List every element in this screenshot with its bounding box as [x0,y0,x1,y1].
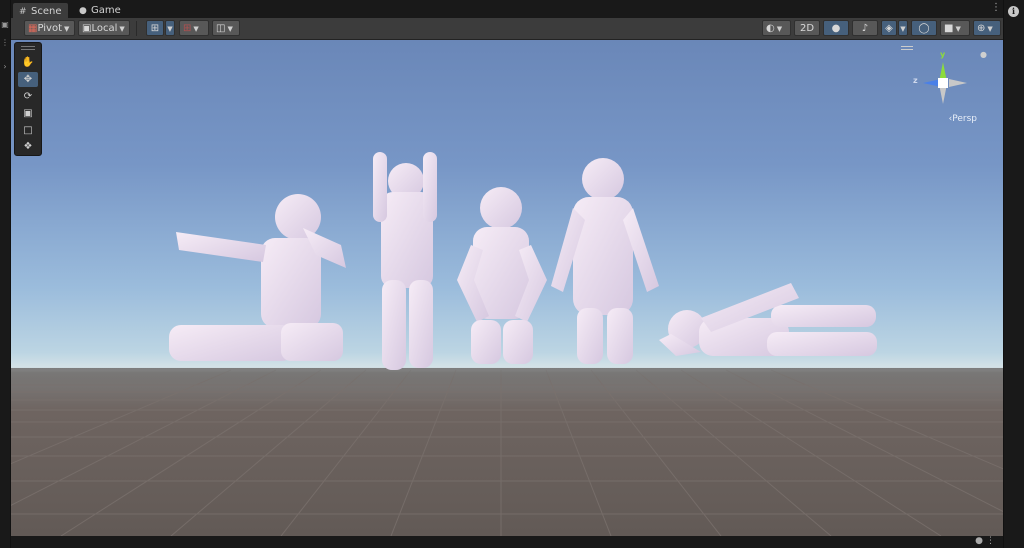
panel-icon[interactable]: ▣ [0,20,10,29]
increment-snap-icon: ⊞ [183,23,192,34]
overlay-grip[interactable] [21,46,35,50]
local-dropdown[interactable]: ▣Local ▼ [78,20,130,36]
align-icon: ◫ [216,23,226,34]
chevron-down-icon: ▼ [193,25,199,33]
chevron-down-icon: ▼ [119,25,125,33]
perspective-label[interactable]: ‹Persp [949,114,977,124]
grid-snap-icon: ⊞ [150,23,160,34]
align-dropdown[interactable]: ◫ ▼ [212,20,240,36]
move-tool-icon[interactable]: ✥ [18,72,38,87]
hand-tool-icon[interactable]: ✋ [18,55,38,70]
camera-dropdown[interactable]: ■ ▼ [940,20,970,36]
figure-arms-up [373,152,437,370]
tab-scene-label: Scene [31,6,62,17]
info-icon[interactable]: i [1008,6,1019,17]
scale-tool-icon[interactable]: ▣ [18,106,38,121]
draw-mode-dropdown[interactable]: ◐ ▼ [762,20,791,36]
chevron-down-icon: ▼ [64,25,70,33]
more-vert-icon[interactable]: ⋮ [0,38,10,47]
shading-sphere-icon: ◐ [766,23,775,34]
chevron-down-icon: ▼ [776,25,783,33]
tab-scene[interactable]: # Scene [13,3,68,19]
audio-icon: ♪ [861,23,869,34]
grid-snap-dropdown[interactable]: ▼ [165,20,175,36]
effects-toggle[interactable]: ◈ [881,20,897,36]
axis-gizmo-icon [923,62,967,104]
pivot-dropdown[interactable]: ▦Pivot ▼ [24,20,75,36]
chevron-down-icon: ▼ [955,25,961,33]
rect-tool-icon[interactable]: □ [18,123,38,138]
figure-kneeling-pointing [169,194,346,361]
more-vert-icon[interactable]: ⋮ [986,536,995,546]
local-label: Local [91,23,118,34]
gizmos-dropdown[interactable]: ⊕ ▼ [973,20,1001,36]
gamepad-icon: ● [79,6,87,16]
scene-visibility-toggle[interactable]: ◯ [911,20,937,36]
effects-dropdown[interactable]: ▼ [898,20,908,36]
scene-render [11,152,1003,536]
scene-window: ▣ ⋮ › # Scene ● Game ⋮ ▦Pivot ▼ ▣Local ▼ ⊞ ▼… [0,0,1024,548]
tab-game[interactable]: ● Game [73,3,127,18]
chevron-down-icon: ▼ [987,25,993,33]
lightbulb-icon: ● [831,23,841,34]
effects-icon: ◈ [885,23,893,34]
eye-slash-icon: ◯ [918,23,930,34]
status-bar: ● ⋮ [11,536,1003,548]
globe-icon: ⊕ [977,23,986,34]
chevron-down-icon: ▼ [167,25,173,33]
grid-snap-toggle[interactable]: ⊞ [146,20,164,36]
rotate-tool-icon[interactable]: ⟳ [18,89,38,104]
gizmo-y-label: y [940,50,946,59]
figure-lying [659,283,877,356]
scene-viewport[interactable]: ✋ ✥ ⟳ ▣ □ ❖ ● y z ‹Persp [11,40,1003,536]
gizmo-z-label: z [913,76,918,85]
left-dock-strip: ▣ ⋮ › [0,0,11,548]
pivot-label: Pivot [37,23,62,34]
lock-icon[interactable]: ● [975,536,983,546]
chevron-down-icon: ▼ [227,25,233,33]
tools-overlay: ✋ ✥ ⟳ ▣ □ ❖ [14,42,42,156]
chevron-down-icon: ▼ [900,25,906,33]
figure-crouching [457,187,547,364]
lighting-toggle[interactable]: ● [823,20,849,36]
tab-game-label: Game [91,5,121,16]
scene-toolbar: ▦Pivot▼ ▣Local▼ ⊞ ▼ ⊞▼ ◫▼ ◐▼ 2D ● ♪ [11,18,1003,40]
camera-icon: ■ [944,23,954,34]
2d-toggle[interactable]: 2D [794,20,820,36]
audio-toggle[interactable]: ♪ [852,20,878,36]
gizmo-grip[interactable] [901,46,913,50]
figure-standing [551,158,659,364]
right-dock-strip: i [1003,0,1024,548]
chevron-right-icon[interactable]: › [0,62,10,71]
transform-tool-icon[interactable]: ❖ [18,139,38,154]
more-options-icon[interactable]: ⋮ [991,2,1001,13]
tab-bar: # Scene ● Game ⋮ [11,0,1003,19]
2d-label: 2D [799,23,815,34]
increment-snap-dropdown[interactable]: ⊞ ▼ [179,20,209,36]
toolbar-separator [136,21,137,36]
